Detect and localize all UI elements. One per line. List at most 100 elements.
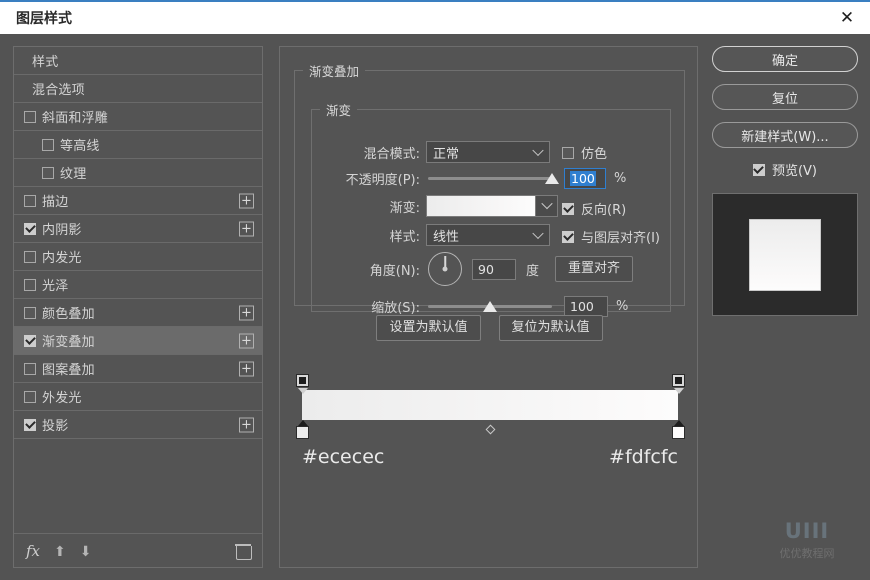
style-list-item[interactable]: 内阴影+ <box>14 215 262 243</box>
style-row: 样式: 线性 <box>316 224 550 246</box>
reset-default-button[interactable]: 复位为默认值 <box>499 315 603 341</box>
add-effect-icon[interactable]: + <box>239 305 254 320</box>
scale-label: 缩放(S): <box>316 297 420 316</box>
ok-button[interactable]: 确定 <box>712 46 858 72</box>
style-item-checkbox[interactable] <box>42 139 54 151</box>
style-list-item[interactable]: 纹理 <box>14 159 262 187</box>
style-select[interactable]: 线性 <box>426 224 550 246</box>
dialog-actions: 确定 复位 新建样式(W)... 预览(V) <box>712 46 858 316</box>
preview-checkbox-box[interactable] <box>753 164 765 176</box>
style-list-item[interactable]: 外发光 <box>14 383 262 411</box>
style-item-checkbox[interactable] <box>24 195 36 207</box>
add-effect-icon[interactable]: + <box>239 361 254 376</box>
style-list-item[interactable]: 内发光 <box>14 243 262 271</box>
color-stop-right[interactable] <box>672 426 685 439</box>
style-item-checkbox[interactable] <box>24 223 36 235</box>
blend-mode-label: 混合模式: <box>316 143 420 162</box>
opacity-slider-track <box>428 177 552 180</box>
reverse-checkbox-box[interactable] <box>562 203 574 215</box>
style-item-checkbox[interactable] <box>24 279 36 291</box>
gradient-overlay-panel: 渐变叠加 渐变 混合模式: 正常 仿色 不透明度(P): <box>279 46 698 568</box>
move-up-icon[interactable]: ⬆ <box>54 544 66 558</box>
move-down-icon[interactable]: ⬇ <box>80 544 92 558</box>
style-list-item[interactable]: 颜色叠加+ <box>14 299 262 327</box>
style-item-checkbox[interactable] <box>24 307 36 319</box>
blend-mode-row: 混合模式: 正常 <box>316 141 550 163</box>
style-item-label: 样式 <box>32 51 58 70</box>
angle-input[interactable]: 90 <box>472 259 516 280</box>
angle-dial-hub <box>443 267 448 272</box>
angle-value: 90 <box>478 262 494 277</box>
blend-mode-value: 正常 <box>433 143 459 162</box>
opacity-row: 不透明度(P): 100 % <box>316 167 626 189</box>
style-list-item[interactable]: 样式 <box>14 47 262 75</box>
gradient-preview-bar[interactable] <box>302 390 678 420</box>
defaults-button-row: 设置为默认值 复位为默认值 <box>280 315 699 341</box>
blend-mode-select[interactable]: 正常 <box>426 141 550 163</box>
style-item-label: 渐变叠加 <box>42 331 95 350</box>
style-item-checkbox[interactable] <box>24 391 36 403</box>
style-list-item[interactable]: 斜面和浮雕 <box>14 103 262 131</box>
gradient-overlay-group: 渐变叠加 渐变 混合模式: 正常 仿色 不透明度(P): <box>294 61 685 306</box>
style-list-item[interactable]: 光泽 <box>14 271 262 299</box>
style-item-label: 混合选项 <box>32 79 85 98</box>
dither-checkbox[interactable]: 仿色 <box>562 143 607 162</box>
style-list-item[interactable]: 投影+ <box>14 411 262 439</box>
align-with-layer-checkbox-box[interactable] <box>562 231 574 243</box>
style-item-checkbox[interactable] <box>24 335 36 347</box>
style-item-label: 光泽 <box>42 275 68 294</box>
midpoint-stop[interactable] <box>485 425 495 435</box>
styles-list[interactable]: 样式混合选项斜面和浮雕等高线纹理描边+内阴影+内发光光泽颜色叠加+渐变叠加+图案… <box>14 47 262 533</box>
opacity-slider[interactable] <box>428 171 552 185</box>
align-with-layer-checkbox[interactable]: 与图层对齐(I) <box>562 227 660 246</box>
end-hex-label: #fdfcfc <box>609 446 678 468</box>
opacity-stop-right[interactable] <box>672 374 685 387</box>
style-item-checkbox[interactable] <box>24 363 36 375</box>
gradient-label: 渐变: <box>316 197 420 216</box>
style-item-checkbox[interactable] <box>42 167 54 179</box>
scale-value: 100 <box>570 299 594 314</box>
add-effect-icon[interactable]: + <box>239 417 254 432</box>
opacity-slider-thumb[interactable] <box>545 173 559 184</box>
style-item-checkbox[interactable] <box>24 251 36 263</box>
angle-unit: 度 <box>526 260 539 279</box>
gradient-group: 渐变 混合模式: 正常 仿色 不透明度(P): <box>311 100 671 312</box>
dither-checkbox-box[interactable] <box>562 147 574 159</box>
preview-checkbox[interactable]: 预览(V) <box>712 160 858 179</box>
fx-icon[interactable]: fx <box>26 542 40 560</box>
set-default-button[interactable]: 设置为默认值 <box>376 315 480 341</box>
add-effect-icon[interactable]: + <box>239 333 254 348</box>
style-list-item[interactable]: 混合选项 <box>14 75 262 103</box>
scale-input[interactable]: 100 <box>564 296 608 317</box>
scale-slider[interactable] <box>428 299 552 313</box>
style-item-checkbox[interactable] <box>24 111 36 123</box>
close-icon[interactable]: ✕ <box>824 2 870 34</box>
watermark: UIII 优优教程网 <box>757 521 857 561</box>
opacity-stop-left[interactable] <box>296 374 309 387</box>
opacity-input[interactable]: 100 <box>564 168 606 189</box>
dither-label: 仿色 <box>581 143 607 162</box>
scale-slider-thumb[interactable] <box>483 301 497 312</box>
reset-align-button[interactable]: 重置对齐 <box>555 256 633 282</box>
style-list-item[interactable]: 等高线 <box>14 131 262 159</box>
align-with-layer-label: 与图层对齐(I) <box>581 227 660 246</box>
preview-thumbnail-square <box>749 219 821 291</box>
style-item-label: 斜面和浮雕 <box>42 107 108 126</box>
reverse-checkbox[interactable]: 反向(R) <box>562 199 626 218</box>
style-list-item[interactable]: 描边+ <box>14 187 262 215</box>
angle-dial[interactable] <box>428 252 462 286</box>
gradient-swatch[interactable] <box>426 195 536 217</box>
add-effect-icon[interactable]: + <box>239 221 254 236</box>
trash-icon[interactable] <box>236 543 250 559</box>
gradient-preset-dropdown[interactable] <box>536 195 558 217</box>
reset-button[interactable]: 复位 <box>712 84 858 110</box>
preview-label: 预览(V) <box>772 160 817 179</box>
color-stop-left[interactable] <box>296 426 309 439</box>
style-list-item[interactable]: 渐变叠加 + <box>14 327 262 355</box>
new-style-button[interactable]: 新建样式(W)... <box>712 122 858 148</box>
add-effect-icon[interactable]: + <box>239 193 254 208</box>
watermark-logo: UIII <box>757 521 857 542</box>
chevron-down-icon <box>532 145 543 156</box>
style-list-item[interactable]: 图案叠加+ <box>14 355 262 383</box>
style-item-checkbox[interactable] <box>24 419 36 431</box>
